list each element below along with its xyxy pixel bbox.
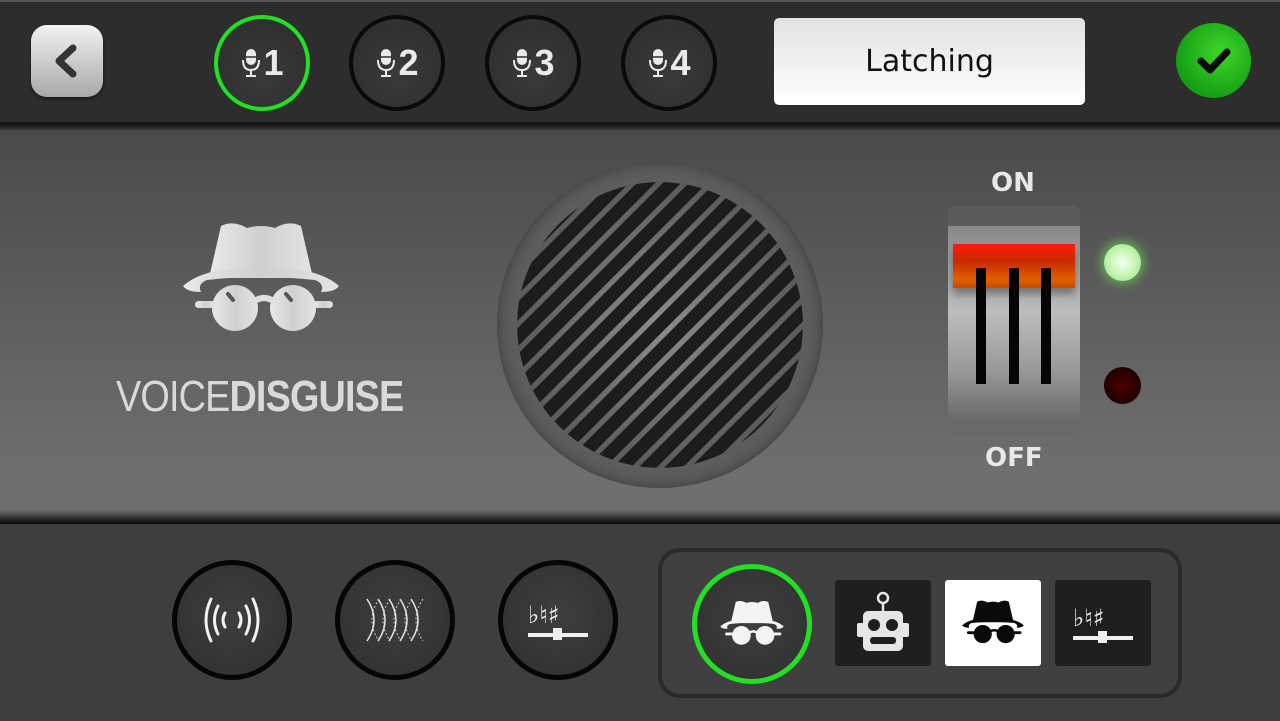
pitch-effect-button[interactable]: ♭♮♯ <box>498 560 618 680</box>
switch-grip-bar <box>1041 268 1051 384</box>
robot-icon <box>857 591 909 651</box>
mic-channel-number: 2 <box>398 42 419 83</box>
preset-pitch-button[interactable]: ♭♮♯ <box>1055 580 1151 666</box>
switch-grip-bar <box>976 268 986 384</box>
mic-channel-number: 4 <box>670 42 691 83</box>
incognito-spy-icon <box>183 223 339 331</box>
microphone-icon <box>513 49 532 77</box>
mic-channel-number: 1 <box>263 42 284 83</box>
chevron-left-icon <box>55 44 77 78</box>
incognito-spy-icon <box>720 600 784 645</box>
mic-channel-2-button[interactable]: 2 <box>349 15 445 111</box>
brand-wordmark: VOICEDISGUISE <box>116 372 404 422</box>
pitch-symbols: ♭♮♯ <box>1073 604 1105 632</box>
brand-name-bold: DISGUISE <box>229 372 404 421</box>
brand-name-light: VOICE <box>116 372 230 421</box>
back-button[interactable] <box>31 25 103 97</box>
power-toggle-switch[interactable] <box>948 206 1080 436</box>
microphone-icon <box>242 49 261 77</box>
preset-robot-button[interactable] <box>835 580 931 666</box>
mic-channel-number: 3 <box>534 42 555 83</box>
pitch-flat-natural-sharp-icon: ♭♮♯ <box>528 601 588 640</box>
main-panel-divider <box>0 510 1280 524</box>
broadcast-effect-button[interactable] <box>172 560 292 680</box>
pitch-symbols: ♭♮♯ <box>528 601 560 629</box>
confirm-button[interactable] <box>1176 23 1251 98</box>
current-preset-button[interactable] <box>692 564 812 684</box>
switch-grip-bar <box>1009 268 1019 384</box>
speaker-grille <box>517 182 803 468</box>
broadcast-waves-icon <box>204 597 260 643</box>
microphone-icon <box>649 49 668 77</box>
echo-waves-icon <box>366 598 424 642</box>
microphone-icon <box>377 49 396 77</box>
top-bar-divider <box>0 122 1280 130</box>
checkmark-icon <box>1197 48 1230 73</box>
switch-on-label: ON <box>991 168 1035 198</box>
echo-effect-button[interactable] <box>335 560 455 680</box>
mic-channel-1-button[interactable]: 1 <box>214 15 310 111</box>
pitch-flat-natural-sharp-icon: ♭♮♯ <box>1073 604 1133 643</box>
off-indicator-led <box>1104 367 1141 404</box>
switch-off-label: OFF <box>985 443 1043 473</box>
mic-channel-3-button[interactable]: 3 <box>485 15 581 111</box>
latching-mode-button[interactable]: Latching <box>774 18 1085 105</box>
on-indicator-led <box>1104 244 1141 281</box>
incognito-spy-icon <box>962 600 1024 644</box>
mic-channel-4-button[interactable]: 4 <box>621 15 717 111</box>
preset-spy-button[interactable] <box>945 580 1041 666</box>
